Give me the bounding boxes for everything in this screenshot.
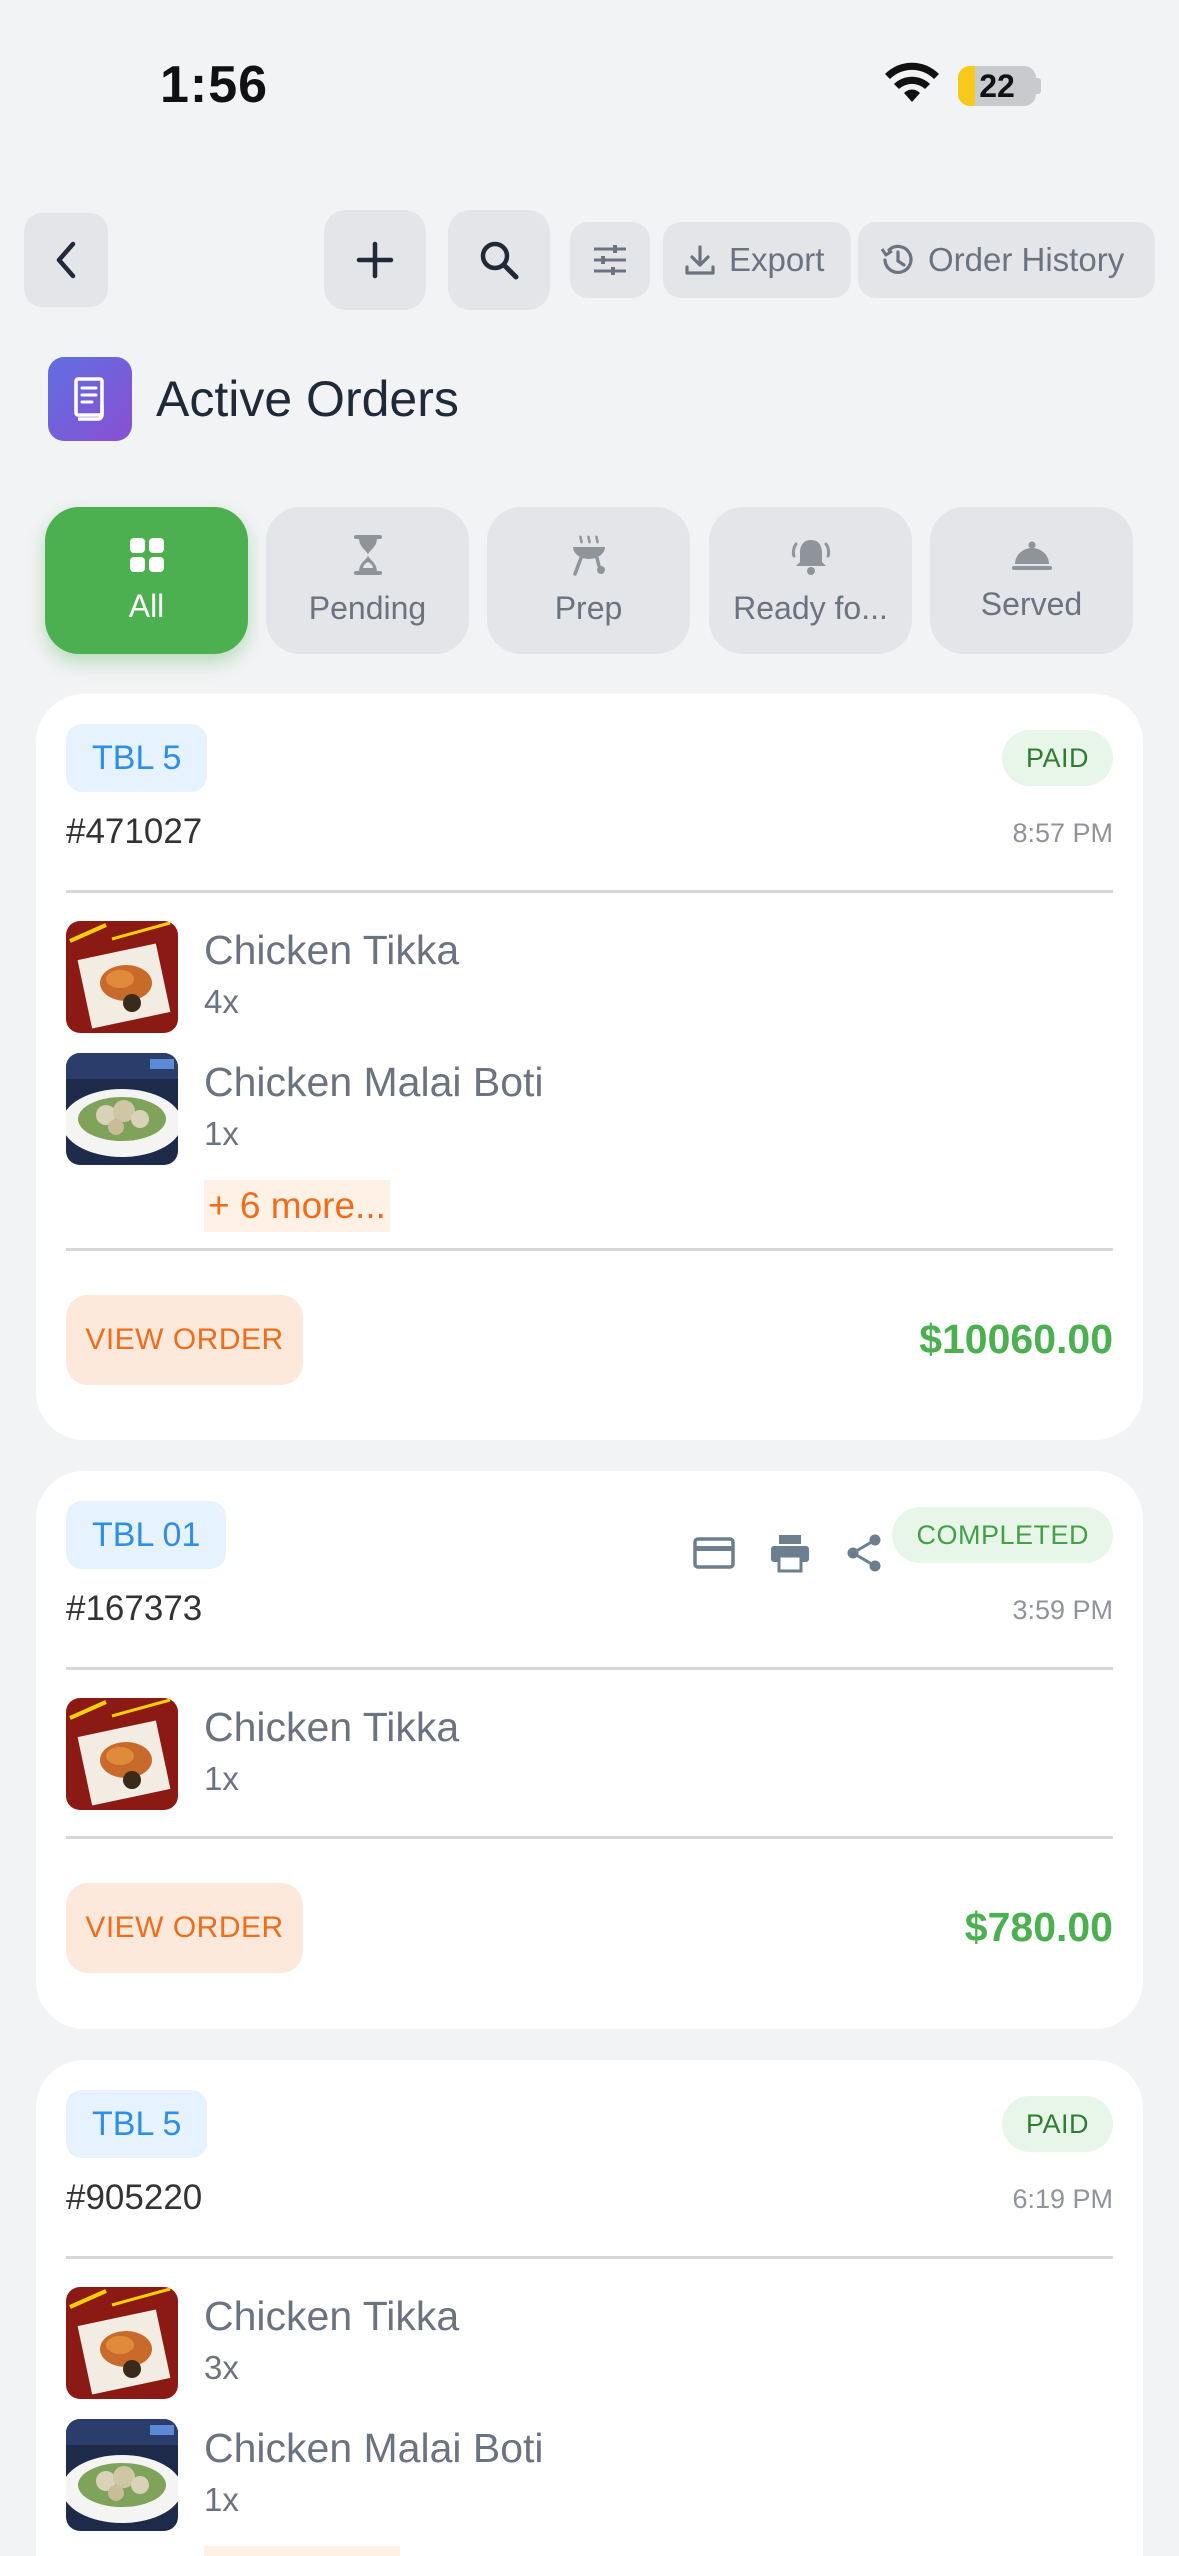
dish-thumbnail xyxy=(66,1698,178,1810)
divider xyxy=(66,2256,1113,2259)
status-badge: PAID xyxy=(1001,2096,1113,2152)
chevron-left-icon xyxy=(56,241,76,279)
more-items-link[interactable]: + 6 more... xyxy=(204,1180,390,1232)
hourglass-icon xyxy=(353,535,382,575)
export-button[interactable]: Export xyxy=(663,222,851,298)
status-badge: COMPLETED xyxy=(892,1507,1113,1563)
payment-card-icon[interactable] xyxy=(692,1531,736,1575)
list-item: Chicken Tikka 3x xyxy=(66,2287,966,2399)
tab-ready[interactable]: Ready fo... xyxy=(709,507,912,654)
tab-all[interactable]: All xyxy=(45,507,248,654)
item-qty: 1x xyxy=(204,1115,239,1152)
list-item: Chicken Malai Boti 1x xyxy=(66,2419,966,2531)
item-qty: 1x xyxy=(204,2481,239,2518)
order-id: #471027 xyxy=(66,812,203,851)
tab-all-label: All xyxy=(128,588,165,624)
order-card: TBL 5 PAID #471027 8:57 PM Chicken Tikka… xyxy=(36,694,1143,1440)
table-badge: TBL 01 xyxy=(66,1501,227,1569)
dish-thumbnail xyxy=(66,1053,178,1165)
order-total: $10060.00 xyxy=(919,1316,1113,1362)
divider xyxy=(66,1248,1113,1251)
status-badge: PAID xyxy=(1001,730,1113,786)
download-icon xyxy=(685,245,715,275)
item-name: Chicken Tikka xyxy=(204,2293,460,2339)
order-history-label: Order History xyxy=(928,241,1125,278)
back-button[interactable] xyxy=(24,213,108,307)
tab-pending-label: Pending xyxy=(308,590,427,626)
view-order-button[interactable]: VIEW ORDER xyxy=(66,1883,303,1973)
battery-icon: 22 xyxy=(958,66,1036,106)
search-icon xyxy=(480,241,519,280)
item-name: Chicken Malai Boti xyxy=(204,2425,544,2471)
plus-icon xyxy=(356,241,394,279)
add-order-button[interactable] xyxy=(324,210,426,310)
tab-prep[interactable]: Prep xyxy=(487,507,690,654)
view-order-button[interactable]: VIEW ORDER xyxy=(66,1295,303,1385)
tab-served[interactable]: Served xyxy=(930,507,1133,654)
divider xyxy=(66,1667,1113,1670)
battery-level: 22 xyxy=(979,68,1015,104)
cloche-icon xyxy=(1011,541,1052,570)
more-items-link[interactable] xyxy=(204,2546,400,2556)
status-time: 1:56 xyxy=(160,56,269,114)
filter-button[interactable] xyxy=(570,222,650,298)
list-item: Chicken Tikka 1x xyxy=(66,1698,966,1810)
grid-icon xyxy=(129,538,164,572)
divider xyxy=(66,1836,1113,1839)
dish-thumbnail xyxy=(66,2419,178,2531)
tab-prep-label: Prep xyxy=(554,590,623,626)
export-label: Export xyxy=(729,241,825,278)
order-id: #167373 xyxy=(66,1589,203,1628)
search-button[interactable] xyxy=(448,210,550,310)
item-qty: 4x xyxy=(204,983,239,1020)
list-item: Chicken Malai Boti 1x xyxy=(66,1053,966,1165)
status-bar: 1:56 22 xyxy=(0,0,1179,150)
order-time: 6:19 PM xyxy=(1012,2184,1113,2214)
item-name: Chicken Tikka xyxy=(204,1704,460,1750)
list-item: Chicken Tikka 4x xyxy=(66,921,966,1033)
divider xyxy=(66,890,1113,893)
wifi-icon xyxy=(885,62,939,102)
item-name: Chicken Malai Boti xyxy=(204,1059,544,1105)
dish-thumbnail xyxy=(66,921,178,1033)
order-id: #905220 xyxy=(66,2178,203,2217)
tab-ready-label: Ready fo... xyxy=(733,590,888,626)
bell-icon xyxy=(791,540,830,575)
history-icon xyxy=(880,244,913,274)
order-time: 3:59 PM xyxy=(1012,1595,1113,1625)
sliders-icon xyxy=(594,245,626,275)
item-qty: 1x xyxy=(204,1760,239,1797)
receipt-icon xyxy=(48,357,132,441)
print-icon[interactable] xyxy=(768,1531,812,1575)
order-history-button[interactable]: Order History xyxy=(858,222,1155,298)
share-icon[interactable] xyxy=(842,1531,886,1575)
grill-icon xyxy=(572,535,605,576)
order-time: 8:57 PM xyxy=(1012,818,1113,848)
tab-served-label: Served xyxy=(980,586,1083,622)
item-qty: 3x xyxy=(204,2349,239,2386)
dish-thumbnail xyxy=(66,2287,178,2399)
order-total: $780.00 xyxy=(964,1904,1113,1950)
order-card: TBL 01 COMPLETED #167373 3:59 PM Chicken… xyxy=(36,1471,1143,2029)
table-badge: TBL 5 xyxy=(66,724,208,792)
table-badge: TBL 5 xyxy=(66,2090,208,2158)
page-title: Active Orders xyxy=(156,371,459,427)
order-card: TBL 5 PAID #905220 6:19 PM Chicken Tikka… xyxy=(36,2060,1143,2556)
tab-pending[interactable]: Pending xyxy=(266,507,469,654)
item-name: Chicken Tikka xyxy=(204,927,460,973)
